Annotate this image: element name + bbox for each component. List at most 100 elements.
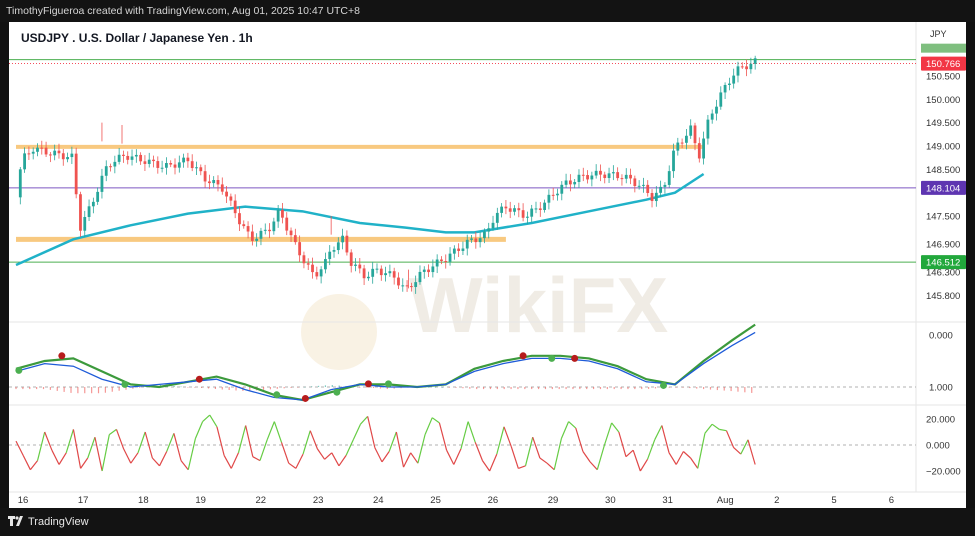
macd-histogram-bar — [214, 387, 217, 389]
osc-segment — [29, 460, 39, 471]
macd-cross-dot — [548, 354, 556, 362]
macd-histogram-bar — [22, 387, 24, 390]
time-tick-label: 26 — [488, 495, 499, 506]
tradingview-logo[interactable]: TradingView — [8, 516, 89, 528]
macd-histogram-bar — [97, 387, 100, 394]
osc-segment — [36, 431, 46, 461]
candle-body — [220, 184, 224, 192]
candle-body — [676, 142, 680, 151]
candle-body — [27, 153, 31, 155]
macd-histogram-bar — [304, 386, 306, 388]
candle-body — [203, 171, 207, 182]
candle-body — [732, 75, 736, 84]
macd-cross-dot — [195, 375, 203, 383]
osc-segment — [402, 452, 412, 468]
time-tick-label: 2 — [774, 495, 779, 506]
candle-body — [238, 213, 241, 225]
candle-body — [521, 210, 525, 218]
candle-body — [36, 147, 39, 152]
macd-histogram-bar — [111, 387, 113, 392]
candle-body — [547, 194, 551, 203]
candle-body — [160, 167, 164, 169]
price-tick-label: 147.500 — [926, 212, 960, 223]
candle-body — [79, 194, 82, 231]
candle-body — [324, 259, 327, 270]
candle-body — [422, 269, 426, 272]
osc-segment — [209, 414, 218, 428]
candle-body — [689, 125, 693, 136]
osc-segment — [273, 421, 283, 443]
chart-panel: WikiFX USDJPY . U.S. Dollar / Japanese Ye… — [9, 22, 966, 508]
macd-histogram-bar — [613, 387, 615, 390]
candle-body — [427, 269, 430, 273]
candle-body — [409, 286, 413, 288]
osc-segment — [87, 437, 96, 459]
osc-segment — [711, 423, 720, 430]
macd-cross-dot — [58, 352, 66, 360]
osc-segment — [302, 430, 311, 455]
candle-body — [349, 252, 353, 266]
macd-histogram-bar — [262, 387, 265, 390]
osc-segment — [295, 453, 304, 469]
candle-body — [663, 184, 667, 187]
macd-histogram-bar — [730, 387, 732, 392]
price-tick-label: 145.800 — [926, 291, 960, 302]
price-tick-label: 149.500 — [926, 118, 960, 129]
osc-segment — [115, 429, 125, 450]
macd-histogram-bar — [689, 387, 691, 389]
chart-canvas[interactable]: WikiFX USDJPY . U.S. Dollar / Japanese Ye… — [9, 22, 966, 508]
macd-histogram-bar — [455, 387, 457, 388]
macd-histogram-bar — [496, 387, 498, 390]
candle-body — [624, 174, 628, 179]
macd-histogram-bar — [441, 387, 443, 388]
candle-body — [672, 150, 675, 172]
osc-segment — [216, 426, 225, 456]
osc-segment — [316, 448, 326, 460]
wikifx-watermark: WikiFX — [409, 261, 668, 349]
macd-histogram-bar — [434, 387, 437, 388]
candle-body — [736, 66, 740, 76]
osc-segment — [44, 431, 53, 451]
candle-body — [448, 253, 452, 262]
osc-segment — [438, 422, 448, 451]
osc-segment — [94, 437, 103, 472]
candle-body — [130, 156, 134, 160]
osc-segment — [575, 427, 584, 452]
time-tick-label: 19 — [195, 495, 206, 506]
osc-segment — [252, 456, 261, 462]
candle-body — [70, 153, 74, 158]
time-tick-label: 6 — [889, 495, 894, 506]
candle-body — [190, 161, 194, 169]
candle-body — [564, 180, 568, 185]
osc-segment — [539, 457, 548, 464]
macd-histogram-bar — [462, 387, 464, 389]
osc-segment — [603, 422, 613, 446]
macd-histogram-bar — [331, 385, 333, 387]
macd-histogram-bar — [290, 387, 292, 388]
macd-histogram-bar — [592, 387, 595, 390]
time-tick-label: 17 — [78, 495, 89, 506]
candle-body — [134, 154, 138, 157]
candle-body — [366, 276, 370, 279]
osc-segment — [503, 426, 512, 447]
macd-histogram-bar — [558, 387, 560, 390]
price-tag-label: 148.104 — [926, 183, 960, 194]
candle-body — [109, 166, 112, 168]
macd-histogram-bar — [524, 387, 526, 390]
candle-body — [379, 268, 383, 276]
candle-body — [44, 147, 48, 155]
osc-segment — [223, 455, 232, 469]
candle-body — [113, 161, 117, 167]
candle-body — [659, 186, 663, 193]
macd-histogram-bar — [49, 387, 51, 390]
macd-histogram-bar — [647, 387, 650, 389]
candle-body — [289, 230, 293, 236]
macd-histogram-bar — [84, 387, 86, 394]
candle-body — [156, 161, 160, 168]
candle-body — [693, 125, 697, 144]
candle-body — [268, 229, 271, 232]
osc-segment — [65, 429, 74, 453]
candle-body — [478, 238, 482, 243]
osc-segment — [417, 434, 426, 464]
osc-segment — [259, 439, 268, 461]
